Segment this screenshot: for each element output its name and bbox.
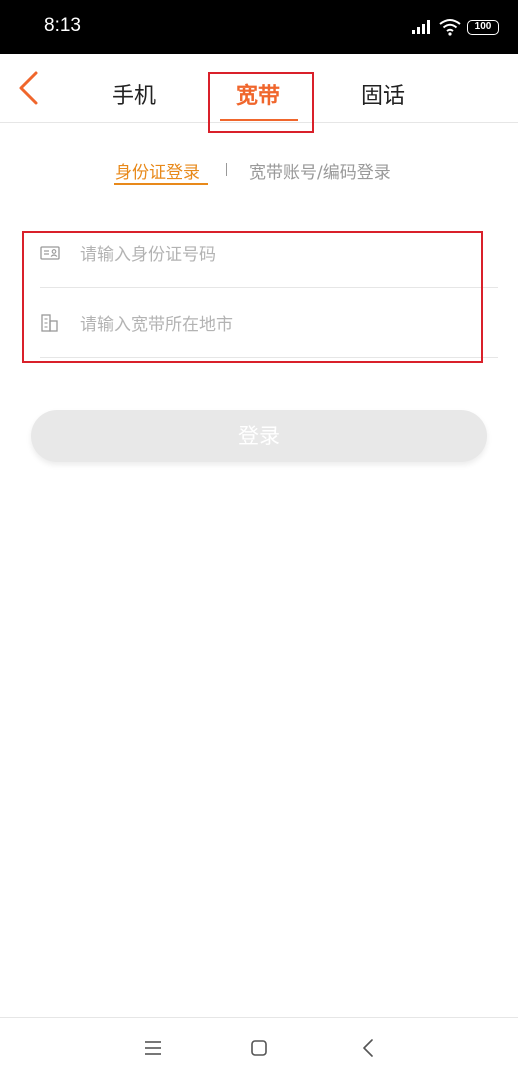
highlight-box-tab	[208, 72, 314, 133]
wifi-icon	[439, 19, 461, 36]
back-arrow-icon[interactable]	[14, 70, 44, 106]
system-nav-bar	[0, 1017, 518, 1080]
tab-phone[interactable]: 手机	[112, 78, 156, 110]
login-type-separator	[226, 163, 227, 176]
highlight-box-form	[22, 231, 483, 363]
tab-landline[interactable]: 固话	[361, 78, 405, 110]
id-card-login-tab[interactable]: 身份证登录	[115, 158, 200, 183]
status-time: 8:13	[44, 15, 81, 36]
login-type-switch: 身份证登录 宽带账号/编码登录	[0, 158, 518, 188]
nav-back-icon[interactable]	[362, 1039, 374, 1057]
home-icon[interactable]	[251, 1040, 267, 1056]
menu-icon[interactable]	[144, 1040, 162, 1056]
status-bar: 8:13 100	[0, 0, 518, 54]
login-button[interactable]: 登录	[31, 410, 487, 462]
battery-indicator: 100	[467, 20, 499, 35]
account-login-tab[interactable]: 宽带账号/编码登录	[249, 158, 391, 183]
login-type-underline	[114, 183, 208, 185]
top-navigation: 手机 宽带 固话	[0, 54, 518, 133]
signal-icon	[412, 20, 430, 34]
